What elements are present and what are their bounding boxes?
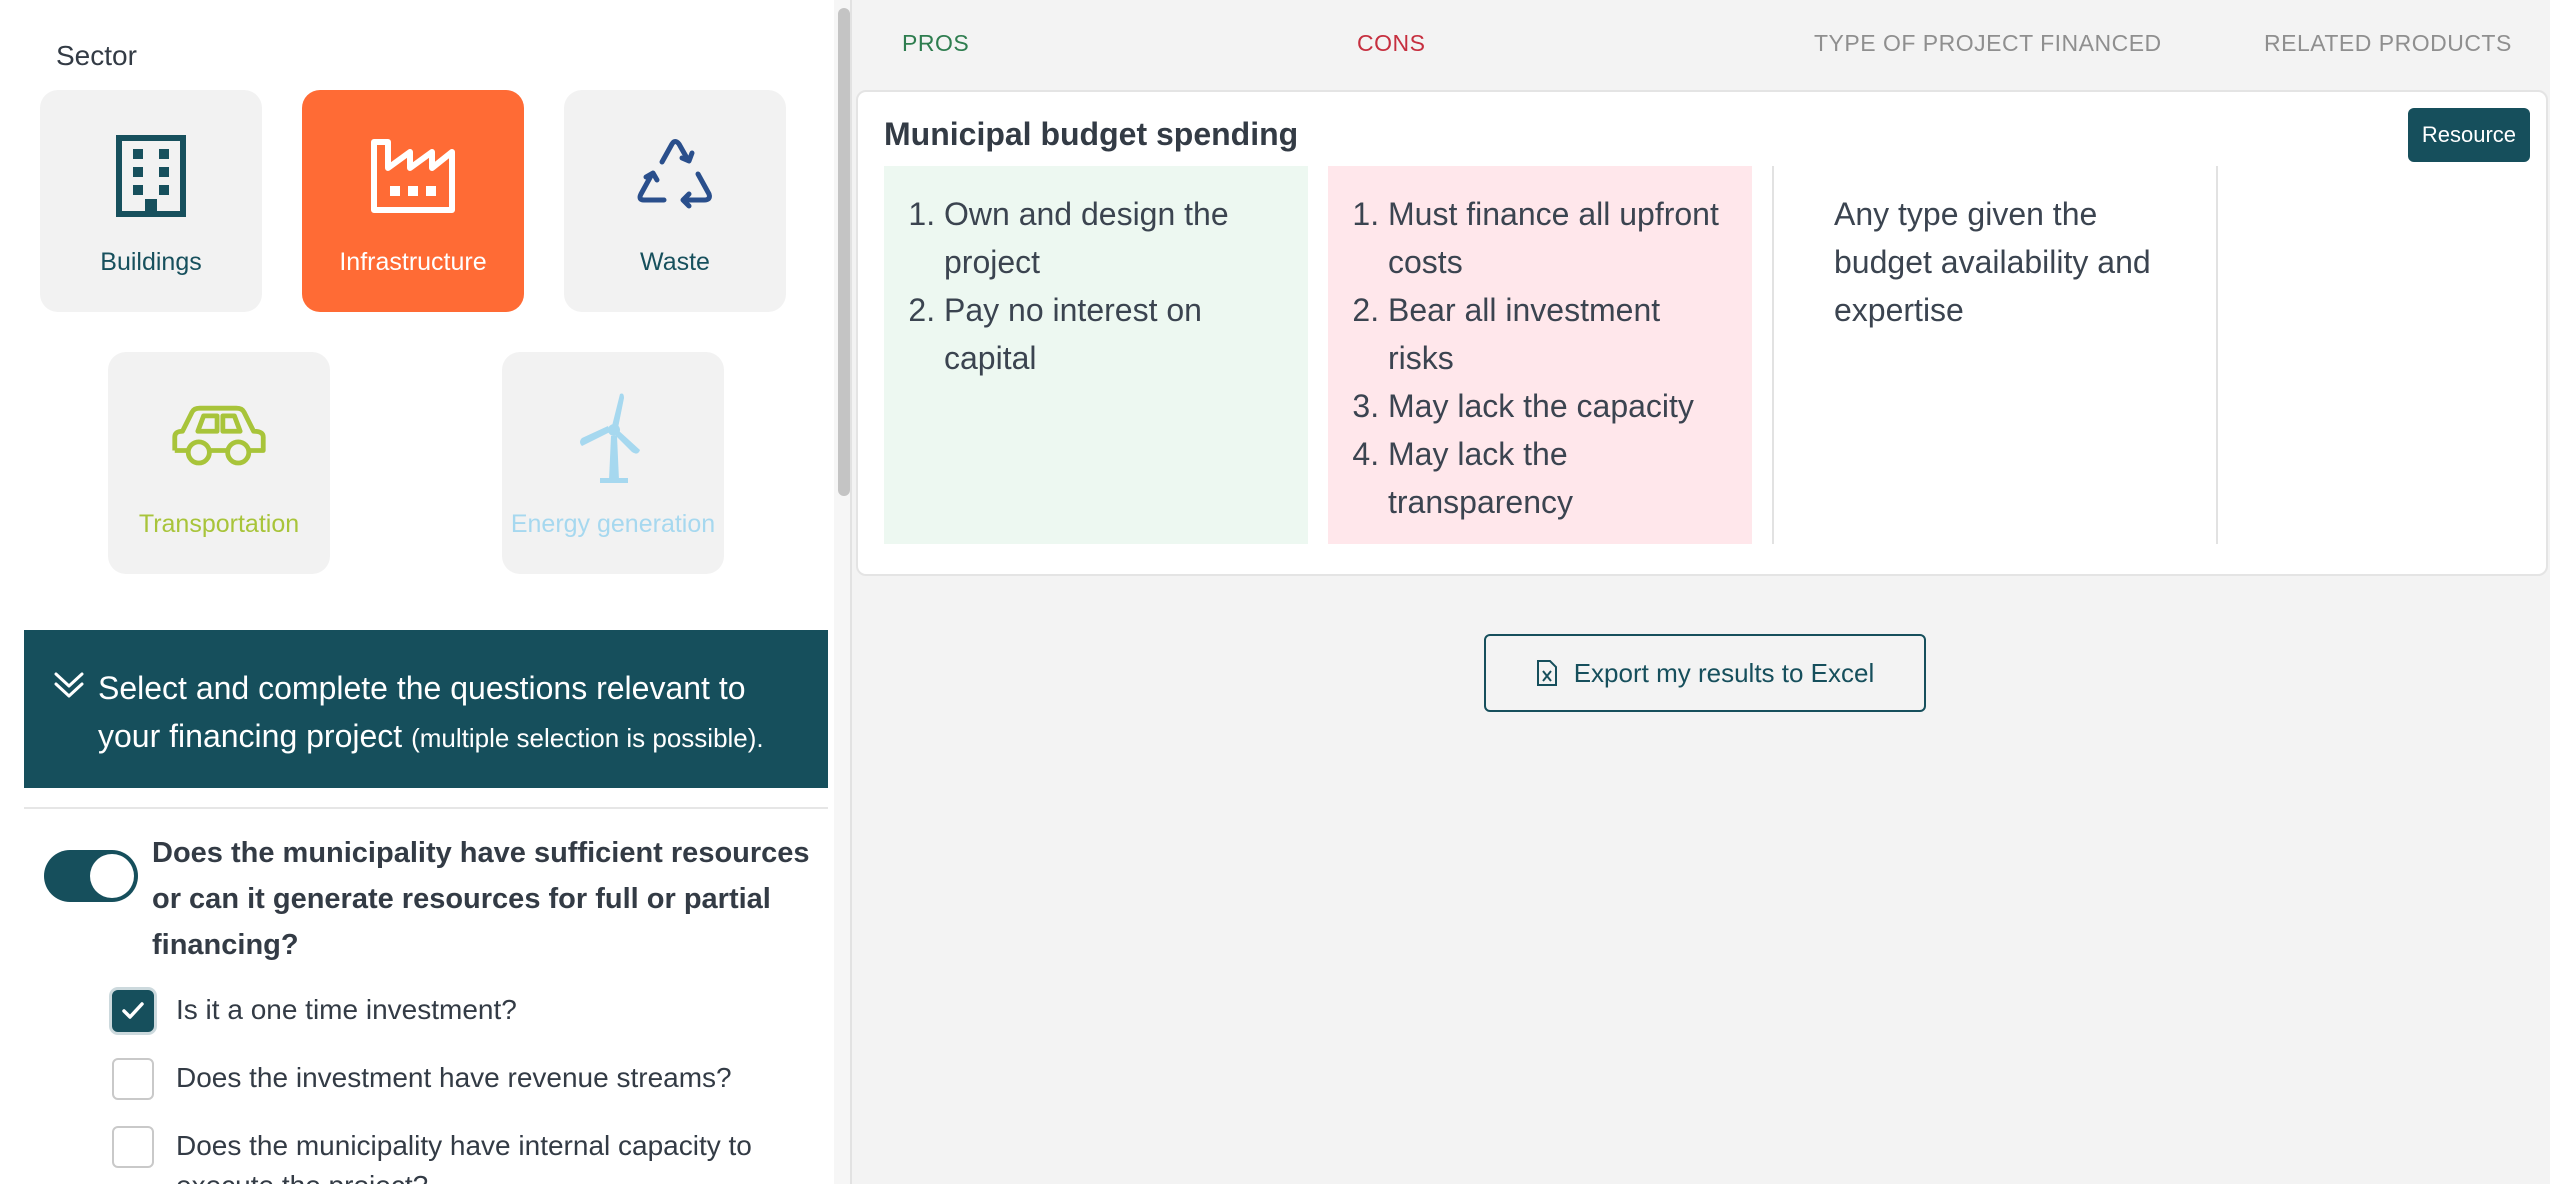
question-text: Does the municipality have sufficient re… <box>152 837 810 961</box>
result-title: Municipal budget spending <box>884 116 1299 152</box>
project-type-box: Any type given the budget availability a… <box>1772 166 2216 544</box>
left-panel: Sector Buildings Infrastructure Waste Tr… <box>0 0 852 1184</box>
checkbox-label: Is it a one time investment? <box>176 994 517 1025</box>
pros-item: Pay no interest on capital <box>944 286 1288 382</box>
pros-item: Own and design the project <box>944 190 1288 286</box>
one-time-investment-checkbox[interactable] <box>112 990 154 1032</box>
column-header-cons: CONS <box>1357 30 1426 56</box>
factory-icon <box>363 126 463 226</box>
cons-item: Bear all investment risks <box>1388 286 1732 382</box>
questions-banner[interactable]: Select and complete the questions releva… <box>24 630 828 788</box>
sector-tile-waste[interactable]: Waste <box>564 90 786 312</box>
project-type-text: Any type given the budget availability a… <box>1834 196 2151 328</box>
internal-capacity-checkbox[interactable] <box>112 1126 154 1168</box>
checkbox-row[interactable]: Is it a one time investment? <box>112 990 796 1032</box>
scrollbar-thumb[interactable] <box>838 8 850 496</box>
column-header-pros: PROS <box>902 30 970 56</box>
results-panel: PROS CONS TYPE OF PROJECT FINANCED RELAT… <box>852 0 2550 1184</box>
checkbox-label: Does the municipality have internal capa… <box>176 1130 752 1184</box>
revenue-streams-checkbox[interactable] <box>112 1058 154 1100</box>
chevron-double-down-icon <box>52 668 86 702</box>
cons-item: Must finance all upfront costs <box>1388 190 1732 286</box>
car-icon <box>169 388 269 488</box>
sector-heading: Sector <box>56 40 137 71</box>
sector-tile-buildings[interactable]: Buildings <box>40 90 262 312</box>
related-products-box <box>2216 166 2516 544</box>
building-icon <box>101 126 201 226</box>
excel-file-icon <box>1536 660 1557 686</box>
cons-box: Must finance all upfront costs Bear all … <box>1328 166 1752 544</box>
pros-box: Own and design the project Pay no intere… <box>884 166 1308 544</box>
recycle-icon <box>625 126 725 226</box>
column-header-related-products: RELATED PRODUCTS <box>2264 30 2512 56</box>
export-button-label: Export my results to Excel <box>1573 657 1875 688</box>
export-excel-button[interactable]: Export my results to Excel <box>1484 634 1926 712</box>
sector-tile-transportation[interactable]: Transportation <box>108 352 330 574</box>
sector-tile-label: Transportation <box>138 510 300 538</box>
sector-tile-label: Waste <box>640 248 710 276</box>
toggle-knob <box>90 854 134 898</box>
column-header-type: TYPE OF PROJECT FINANCED <box>1814 30 2162 56</box>
sector-tile-infrastructure[interactable]: Infrastructure <box>302 90 524 312</box>
check-icon <box>122 1002 144 1019</box>
checkbox-row[interactable]: Does the investment have revenue streams… <box>112 1058 796 1100</box>
sector-tile-energy-generation[interactable]: Energy generation <box>502 352 724 574</box>
banner-text: Select and complete the questions releva… <box>98 664 788 762</box>
checkbox-row[interactable]: Does the municipality have internal capa… <box>112 1126 796 1184</box>
sector-tile-label: Buildings <box>100 248 202 276</box>
divider <box>24 807 828 809</box>
sector-tile-label: Energy generation <box>510 510 716 538</box>
wind-turbine-icon <box>563 388 663 488</box>
sector-tile-label: Infrastructure <box>339 248 487 276</box>
result-card: Municipal budget spending Resource Own a… <box>856 90 2548 576</box>
banner-note: (multiple selection is possible). <box>411 723 764 753</box>
cons-item: May lack the capacity <box>1388 382 1732 430</box>
cons-item: May lack the transparency <box>1388 430 1732 526</box>
checkbox-label: Does the investment have revenue streams… <box>176 1062 732 1093</box>
resource-button[interactable]: Resource <box>2407 108 2530 162</box>
resources-toggle[interactable] <box>44 850 138 902</box>
